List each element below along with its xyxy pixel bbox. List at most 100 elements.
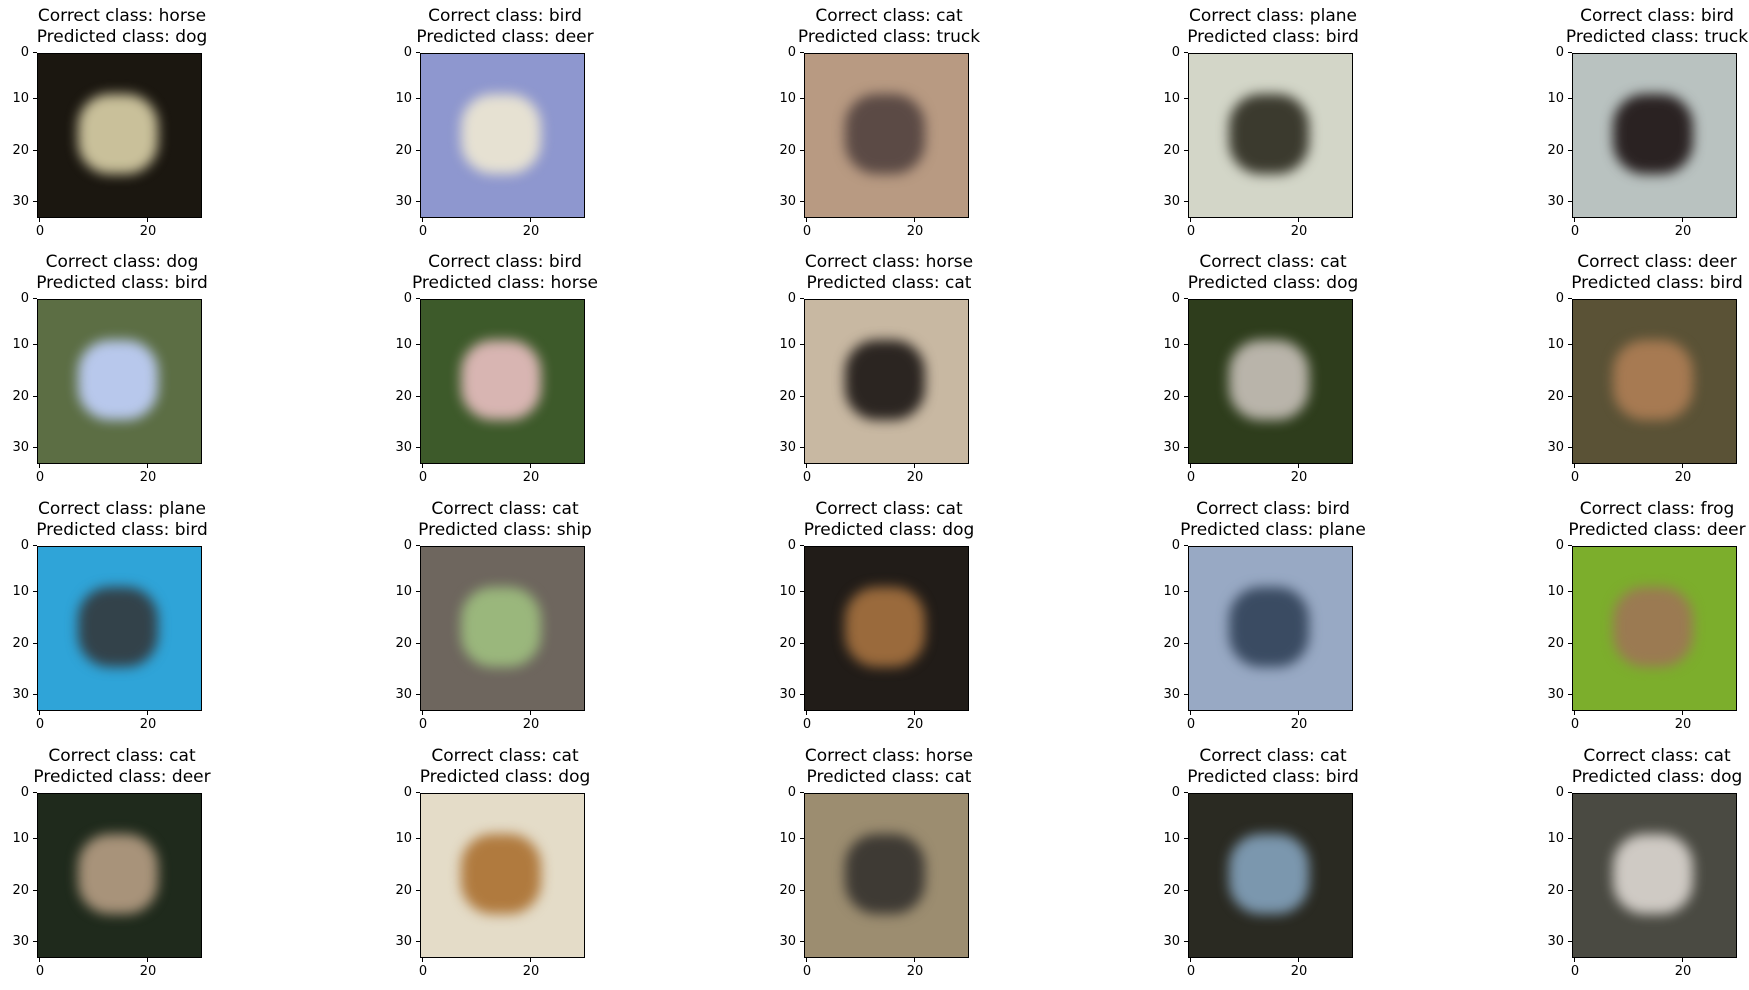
y-tick-label: 20 <box>1540 636 1572 651</box>
image-subject <box>1229 587 1309 667</box>
image-panel: Correct class: plane Predicted class: bir… <box>12 499 207 739</box>
image-panel: Correct class: horse Predicted class: cat… <box>779 746 974 986</box>
y-tick-label: 10 <box>388 91 420 106</box>
image-panel: Correct class: cat Predicted class: bird 0… <box>1163 746 1358 986</box>
x-tick-label: 20 <box>516 711 546 732</box>
y-tick-label: 10 <box>772 831 804 846</box>
y-tick-label: 0 <box>772 538 804 553</box>
sample-image <box>1188 299 1353 464</box>
y-tick-label: 0 <box>1540 538 1572 553</box>
y-tick-label: 30 <box>388 194 420 209</box>
y-tick-label: 10 <box>1540 584 1572 599</box>
y-tick-label: 30 <box>772 934 804 949</box>
x-tick-label: 0 <box>1560 218 1590 239</box>
y-tick-label: 0 <box>1540 45 1572 60</box>
image-subject <box>845 94 925 174</box>
image-subject <box>461 834 541 914</box>
sample-image <box>1188 793 1353 958</box>
y-tick-label: 30 <box>772 687 804 702</box>
y-tick-label: 30 <box>1156 934 1188 949</box>
correct-class-label: Correct class: deer <box>1577 252 1737 272</box>
x-tick-label: 20 <box>133 464 163 485</box>
correct-class-label: Correct class: cat <box>431 499 579 519</box>
x-tick-label: 0 <box>792 711 822 732</box>
y-tick-label: 0 <box>1540 291 1572 306</box>
image-panel: Correct class: frog Predicted class: deer… <box>1547 499 1745 739</box>
image-subject <box>461 587 541 667</box>
y-tick-label: 10 <box>772 584 804 599</box>
y-tick-label: 20 <box>5 389 37 404</box>
y-tick-label: 30 <box>388 934 420 949</box>
x-tick-label: 0 <box>792 958 822 979</box>
y-tick-label: 0 <box>388 45 420 60</box>
sample-image <box>804 299 969 464</box>
y-tick-label: 30 <box>1540 934 1572 949</box>
x-tick-label: 0 <box>408 218 438 239</box>
x-tick-label: 20 <box>1284 711 1314 732</box>
x-tick-label: 0 <box>1176 464 1206 485</box>
y-tick-label: 30 <box>1540 687 1572 702</box>
sample-image <box>1188 546 1353 711</box>
x-tick-label: 20 <box>1284 958 1314 979</box>
y-tick-label: 20 <box>1156 883 1188 898</box>
y-tick-label: 30 <box>5 194 37 209</box>
correct-class-label: Correct class: bird <box>428 252 582 272</box>
y-tick-label: 30 <box>1156 194 1188 209</box>
image-subject <box>1229 94 1309 174</box>
x-tick-label: 0 <box>792 464 822 485</box>
correct-class-label: Correct class: plane <box>1189 6 1357 26</box>
x-tick-label: 20 <box>900 218 930 239</box>
y-tick-label: 10 <box>1156 337 1188 352</box>
image-panel: Correct class: horse Predicted class: cat… <box>779 252 974 492</box>
x-tick-label: 20 <box>1668 711 1698 732</box>
x-tick-label: 20 <box>900 464 930 485</box>
image-subject <box>1613 340 1693 420</box>
y-tick-label: 0 <box>388 291 420 306</box>
y-tick-label: 30 <box>388 687 420 702</box>
y-tick-label: 30 <box>1156 687 1188 702</box>
image-panel: Correct class: cat Predicted class: dog 0 1… <box>1547 746 1742 986</box>
image-panel: Correct class: cat Predicted class: dog 0 1… <box>395 746 590 986</box>
predicted-class-label: Predicted class: bird <box>36 520 208 540</box>
image-panel: Correct class: plane Predicted class: bir… <box>1163 6 1358 246</box>
correct-class-label: Correct class: horse <box>37 6 207 26</box>
y-tick-label: 20 <box>1540 883 1572 898</box>
y-tick-label: 10 <box>5 337 37 352</box>
x-tick-label: 20 <box>1668 958 1698 979</box>
x-tick-label: 0 <box>1560 711 1590 732</box>
x-tick-label: 0 <box>408 958 438 979</box>
sample-image <box>420 53 585 218</box>
image-subject <box>845 587 925 667</box>
y-tick-label: 10 <box>1156 91 1188 106</box>
y-tick-label: 0 <box>1540 785 1572 800</box>
image-panel: Correct class: cat Predicted class: deer 0… <box>12 746 210 986</box>
correct-class-label: Correct class: horse <box>804 252 974 272</box>
x-tick-label: 20 <box>900 711 930 732</box>
sample-image <box>804 546 969 711</box>
y-tick-label: 20 <box>1156 389 1188 404</box>
y-tick-label: 0 <box>5 45 37 60</box>
y-tick-label: 0 <box>1156 785 1188 800</box>
y-tick-label: 20 <box>1156 636 1188 651</box>
y-tick-label: 10 <box>5 91 37 106</box>
y-tick-label: 10 <box>388 584 420 599</box>
y-tick-label: 10 <box>1540 831 1572 846</box>
y-tick-label: 30 <box>772 194 804 209</box>
x-tick-label: 0 <box>408 464 438 485</box>
sample-image <box>420 546 585 711</box>
y-tick-label: 30 <box>1540 194 1572 209</box>
sample-image <box>420 299 585 464</box>
y-tick-label: 10 <box>1540 91 1572 106</box>
correct-class-label: Correct class: cat <box>1199 746 1347 766</box>
image-panel: Correct class: cat Predicted class: dog 0 1… <box>1163 252 1358 492</box>
y-tick-label: 30 <box>1156 440 1188 455</box>
sample-image <box>1188 53 1353 218</box>
y-tick-label: 10 <box>772 337 804 352</box>
y-tick-label: 20 <box>1540 389 1572 404</box>
x-tick-label: 0 <box>25 218 55 239</box>
y-tick-label: 20 <box>5 143 37 158</box>
y-tick-label: 30 <box>5 440 37 455</box>
y-tick-label: 20 <box>5 636 37 651</box>
y-tick-label: 10 <box>772 91 804 106</box>
sample-image <box>804 793 969 958</box>
